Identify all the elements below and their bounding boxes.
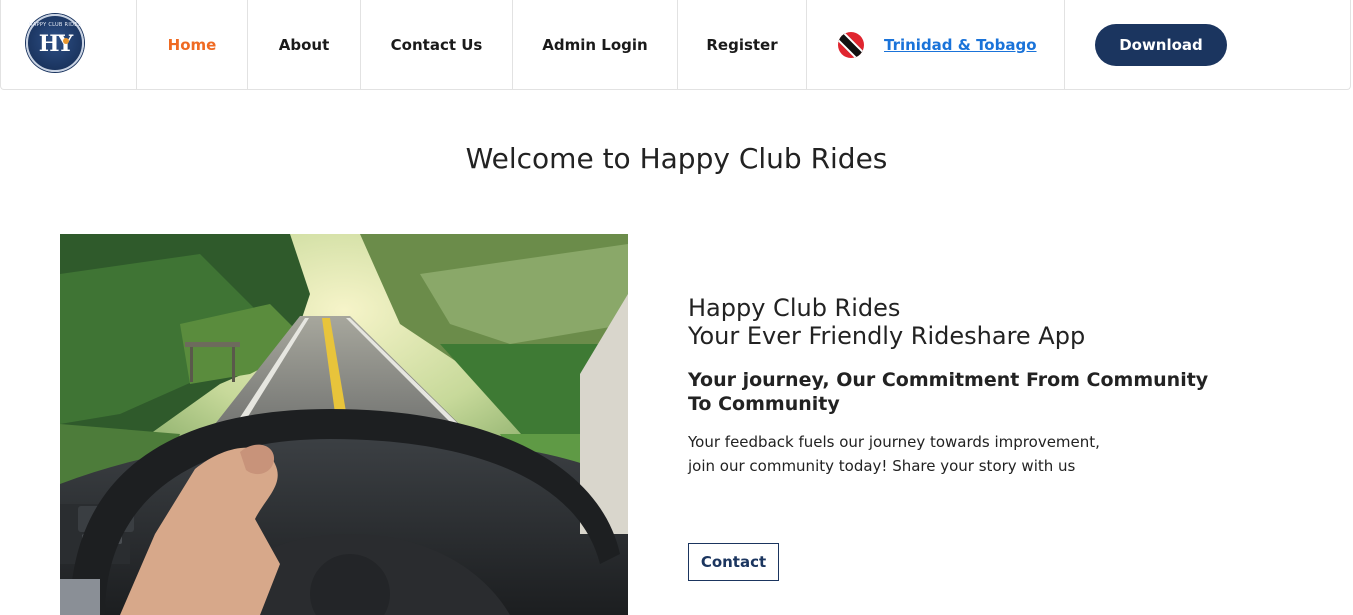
hero-text-block: Happy Club Rides Your Ever Friendly Ride…: [688, 294, 1248, 478]
hero-image: [60, 234, 628, 615]
country-link[interactable]: Trinidad & Tobago: [884, 36, 1037, 54]
logo-monogram: HY: [38, 31, 74, 57]
happy-club-rides-logo[interactable]: HAPPY CLUB RIDES HY: [26, 14, 84, 72]
nav-contact-us[interactable]: Contact Us: [361, 0, 513, 89]
nav-register[interactable]: Register: [678, 0, 807, 89]
nav-about[interactable]: About: [248, 0, 361, 89]
hero-subheading: Your journey, Our Commitment From Commun…: [688, 369, 1209, 415]
trinidad-tobago-flag-icon: [838, 31, 864, 58]
download-button[interactable]: Download: [1095, 23, 1227, 66]
hero-body: Your feedback fuels our journey towards …: [688, 430, 1148, 478]
download-cell: Download: [1065, 0, 1350, 89]
hero-body-line1: Your feedback fuels our journey towards …: [688, 433, 1100, 451]
hero-heading-line1: Happy Club Rides: [688, 294, 901, 322]
top-navbar: HAPPY CLUB RIDES HY Home About Contact U…: [0, 0, 1351, 90]
page-title: Welcome to Happy Club Rides: [465, 142, 888, 175]
hero-body-line2: join our community today! Share your sto…: [688, 457, 1076, 475]
contact-button[interactable]: Contact: [688, 543, 779, 581]
logo-cell: HAPPY CLUB RIDES HY: [1, 0, 137, 89]
nav-admin-login[interactable]: Admin Login: [513, 0, 678, 89]
logo-ring-text: HAPPY CLUB RIDES: [28, 22, 82, 28]
nav-home[interactable]: Home: [137, 0, 248, 89]
logo-dot: [63, 38, 69, 44]
country-selector[interactable]: Trinidad & Tobago: [807, 0, 1065, 89]
hero-heading-line2: Your Ever Friendly Rideshare App: [688, 322, 1086, 350]
